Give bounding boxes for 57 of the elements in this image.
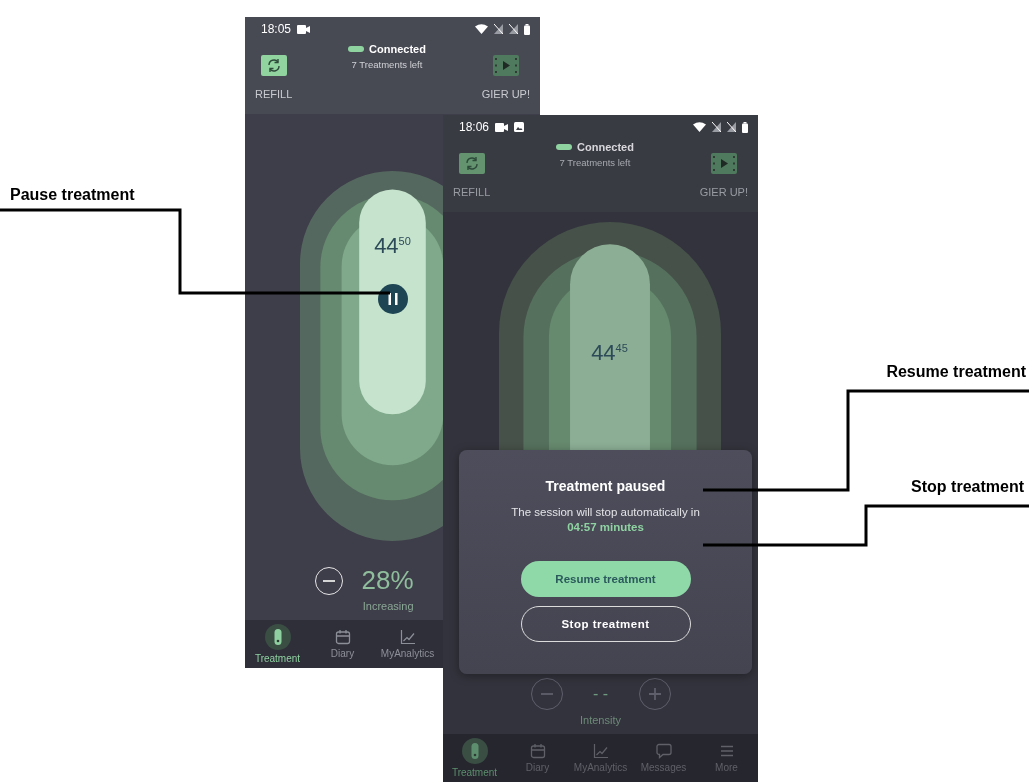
timer-seconds: 50: [398, 235, 411, 247]
timer-minutes: 44: [591, 340, 616, 366]
plus-icon: [648, 688, 661, 700]
action-label[interactable]: REFILL: [453, 186, 491, 198]
intensity-caption: Intensity: [580, 714, 621, 726]
video-camera-icon: [297, 24, 311, 34]
minus-icon: [540, 693, 553, 695]
intensity-value: 28%: [361, 565, 414, 596]
nav-tab[interactable]: Treatment: [245, 620, 310, 668]
treatments-left: 7 Treatments left: [351, 59, 423, 70]
film-play-icon[interactable]: [492, 55, 519, 76]
callout-label: Resume treatment: [886, 363, 1026, 381]
intensity-caption: Increasing: [362, 600, 414, 612]
action-label[interactable]: GIER UP!: [481, 88, 530, 100]
image-icon: [514, 122, 525, 132]
wifi-icon: [693, 122, 706, 132]
callout-label: Pause treatment: [10, 186, 135, 204]
timer-seconds: 45: [615, 342, 628, 354]
connection-status: Connected: [369, 43, 426, 55]
device-icon: [264, 624, 291, 650]
film-play-icon[interactable]: [710, 153, 737, 174]
nav-tab[interactable]: Messages: [632, 734, 695, 782]
wifi-icon: [475, 24, 488, 34]
calendar-icon: [529, 743, 546, 759]
nav-tab[interactable]: Diary: [310, 620, 375, 668]
device-icon: [461, 738, 488, 764]
line-chart-icon: [399, 629, 416, 645]
connection-status-icon: [556, 144, 573, 150]
menu-icon: [718, 743, 735, 759]
connection-status-icon: [348, 46, 365, 52]
minus-icon: [323, 579, 336, 582]
battery-icon: [524, 23, 530, 35]
refresh-icon[interactable]: [458, 153, 485, 174]
intensity-value: - -: [591, 685, 610, 703]
callout-label: Stop treatment: [911, 478, 1024, 496]
connection-status: Connected: [577, 141, 634, 153]
action-label[interactable]: GIER UP!: [699, 186, 748, 198]
status-time: 18:05: [261, 22, 292, 36]
speech-bubble-icon: [655, 743, 672, 759]
refresh-icon[interactable]: [260, 55, 287, 76]
action-label[interactable]: REFILL: [255, 88, 293, 100]
dialog-title: Treatment paused: [545, 478, 666, 494]
nav-tab[interactable]: Treatment: [443, 734, 506, 782]
line-chart-icon: [592, 743, 609, 759]
nav-tab[interactable]: More: [695, 734, 758, 782]
countdown-text: 04:57 minutes: [567, 521, 644, 533]
status-time: 18:06: [459, 120, 490, 134]
video-camera-icon: [495, 122, 509, 132]
dialog-message: The session will stop automatically in: [511, 506, 700, 518]
pause-icon: [386, 292, 399, 306]
nav-tab[interactable]: MyAnalytics: [375, 620, 440, 668]
nav-tab[interactable]: MyAnalytics: [569, 734, 632, 782]
battery-icon: [742, 121, 748, 133]
calendar-icon: [334, 629, 351, 645]
timer-minutes: 44: [374, 233, 399, 259]
treatments-left: 7 Treatments left: [559, 157, 631, 168]
resume-button[interactable]: Resume treatment: [520, 561, 691, 597]
